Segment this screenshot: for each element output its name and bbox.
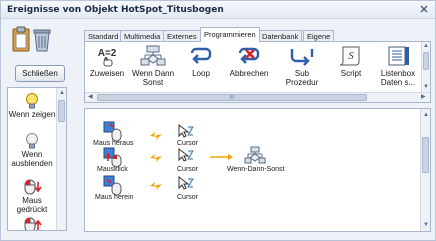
mouse-pressed-icon bbox=[24, 179, 42, 195]
palette-item-label: Wenn zeigen bbox=[8, 110, 56, 119]
scroll-grip: III bbox=[229, 95, 235, 101]
if-then-else-label: Wenn-Dann-Sonst bbox=[227, 166, 285, 173]
scroll-up-icon[interactable]: ▲ bbox=[59, 90, 65, 96]
close-icon[interactable] bbox=[419, 4, 429, 14]
lightning-icon bbox=[150, 154, 162, 162]
if-then-else-icon bbox=[129, 45, 177, 67]
assign-icon: A=2 bbox=[87, 45, 127, 67]
title-bar: Ereignisse von Objekt HotSpot_Titusbogen bbox=[1, 1, 435, 19]
tab-programmieren[interactable]: Programmieren bbox=[200, 27, 260, 42]
ribbon-label: Script bbox=[340, 69, 362, 78]
cursor-action-icon[interactable] bbox=[177, 147, 195, 165]
svg-text:A=2: A=2 bbox=[98, 48, 117, 59]
ribbon-label: Abbrechen bbox=[229, 69, 269, 78]
scroll-thumb[interactable] bbox=[58, 100, 65, 122]
palette-item-show[interactable]: Wenn zeigen bbox=[8, 92, 56, 119]
palette-item-hide[interactable]: Wenn ausblenden bbox=[8, 132, 56, 168]
events-window: Ereignisse von Objekt HotSpot_Titusbogen… bbox=[0, 0, 436, 241]
if-then-else-node-icon[interactable] bbox=[243, 146, 267, 166]
cursor-action-icon[interactable] bbox=[177, 175, 195, 193]
lightbulb-on-icon bbox=[26, 93, 38, 109]
script-icon: S bbox=[331, 45, 371, 67]
palette-item-label: Wenn ausblenden bbox=[11, 150, 53, 168]
ribbon-vertical-scrollbar[interactable]: ▲ ▼ bbox=[421, 42, 430, 92]
ribbon-if-then-else[interactable]: Wenn Dann Sonst bbox=[129, 45, 177, 87]
ribbon-label: Loop bbox=[192, 69, 210, 78]
event-label: Mausklick bbox=[97, 166, 128, 173]
mouse-released-icon bbox=[24, 217, 42, 230]
ribbon-label: Listenbox Daten s... bbox=[380, 69, 416, 87]
ribbon-cancel[interactable]: Abbrechen bbox=[225, 45, 273, 78]
palette-item-mouse-released[interactable] bbox=[8, 216, 56, 230]
scroll-down-icon[interactable]: ▼ bbox=[423, 222, 429, 228]
scroll-up-icon[interactable]: ▲ bbox=[423, 43, 429, 49]
cursor-action-icon[interactable] bbox=[177, 123, 195, 141]
cancel-icon bbox=[225, 45, 273, 67]
flow-arrow-icon bbox=[210, 154, 233, 160]
scroll-thumb[interactable] bbox=[422, 137, 429, 173]
ribbon-horizontal-scrollbar[interactable]: ◀ III ▶ bbox=[85, 92, 430, 102]
listbox-data-icon bbox=[375, 45, 421, 67]
ribbon-script[interactable]: S Script bbox=[331, 45, 371, 78]
ribbon-listbox-data[interactable]: Listenbox Daten s... bbox=[375, 45, 421, 87]
palette-scrollbar[interactable]: ▲ bbox=[56, 88, 66, 230]
ribbon-sub-procedure[interactable]: Sub Prozedur bbox=[279, 45, 325, 87]
palette-item-label: Maus gedrückt bbox=[16, 196, 48, 214]
window-title: Ereignisse von Objekt HotSpot_Titusbogen bbox=[7, 5, 224, 15]
scroll-right-icon[interactable]: ▶ bbox=[421, 94, 426, 100]
event-label: Maus herein bbox=[95, 194, 134, 201]
lightning-icon bbox=[150, 132, 162, 140]
scroll-up-icon[interactable]: ▲ bbox=[423, 112, 429, 118]
cursor-label: Cursor bbox=[177, 140, 199, 147]
scroll-thumb[interactable]: III bbox=[97, 94, 367, 101]
ribbon-loop[interactable]: Loop bbox=[181, 45, 221, 78]
cursor-label: Cursor bbox=[177, 194, 199, 201]
ribbon-label: Zuweisen bbox=[89, 69, 125, 78]
event-canvas[interactable]: Maus heraus Cursor Mausklick Cursor Wenn… bbox=[84, 108, 431, 232]
ribbon-label: Sub Prozedur bbox=[285, 69, 319, 87]
scroll-left-icon[interactable]: ◀ bbox=[88, 94, 93, 100]
ribbon-label: Wenn Dann Sonst bbox=[131, 69, 175, 87]
close-button[interactable]: Schließen bbox=[15, 65, 65, 82]
cursor-label: Cursor bbox=[177, 166, 199, 173]
palette-item-mouse-pressed[interactable]: Maus gedrückt bbox=[8, 178, 56, 214]
scroll-thumb[interactable] bbox=[423, 52, 429, 70]
loop-icon bbox=[181, 45, 221, 67]
ribbon-assign[interactable]: A=2 Zuweisen bbox=[87, 45, 127, 78]
sub-procedure-icon bbox=[279, 45, 325, 67]
scroll-down-icon[interactable]: ▼ bbox=[423, 84, 429, 90]
svg-text:S: S bbox=[348, 50, 354, 62]
lightning-icon bbox=[150, 182, 162, 190]
canvas-scrollbar[interactable]: ▲ ▼ bbox=[420, 109, 430, 231]
event-label: Maus heraus bbox=[93, 140, 134, 147]
tool-ribbon: A=2 Zuweisen Wenn Dann Sonst Loop Abbrec… bbox=[84, 41, 431, 103]
event-palette: Wenn zeigen Wenn ausblenden Maus gedrück… bbox=[7, 87, 67, 231]
clipboard-trash-icon[interactable] bbox=[9, 25, 55, 55]
lightbulb-off-icon bbox=[26, 133, 38, 149]
